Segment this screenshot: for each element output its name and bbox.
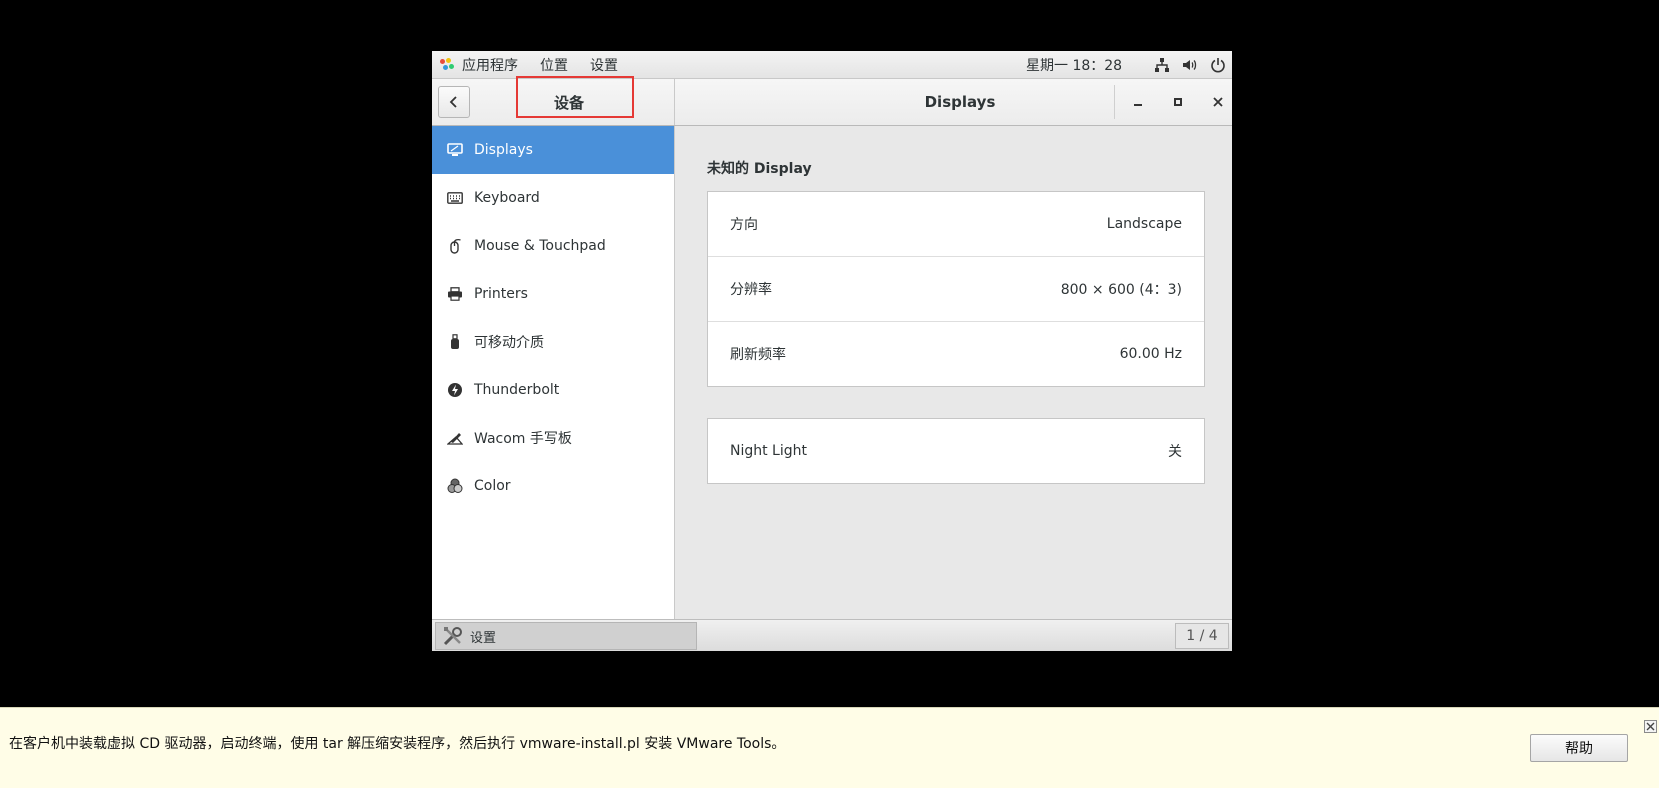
close-icon (1646, 722, 1655, 731)
sidebar-item-displays[interactable]: Displays (432, 126, 674, 174)
sidebar-item-keyboard[interactable]: Keyboard (432, 174, 674, 222)
maximize-icon (1174, 98, 1182, 106)
refresh-rate-value: 60.00 Hz (1119, 346, 1182, 362)
help-button[interactable]: 帮助 (1530, 734, 1628, 762)
settings-menu[interactable]: 设置 (580, 51, 630, 78)
thunderbolt-icon (446, 381, 464, 399)
sidebar-item-printers[interactable]: Printers (432, 270, 674, 318)
display-settings-card: 方向 Landscape 分辨率 800 × 600 (4：3) 刷新频率 60… (707, 191, 1205, 387)
refresh-rate-row[interactable]: 刷新频率 60.00 Hz (708, 322, 1204, 386)
sidebar-item-label: Wacom 手写板 (474, 431, 572, 447)
refresh-rate-label: 刷新频率 (730, 347, 786, 363)
gnome-foot-icon (440, 57, 454, 72)
taskbar: 设置 1 / 4 (432, 619, 1232, 651)
printer-icon (446, 285, 464, 303)
sidebar-item-wacom-tablet[interactable]: Wacom 手写板 (432, 414, 674, 462)
header-left-pane: 设备 (432, 79, 675, 125)
header-bar: 设备 Displays (432, 79, 1232, 126)
orientation-value: Landscape (1106, 216, 1182, 232)
tablet-icon (446, 429, 464, 447)
night-light-value: 关 (1168, 444, 1182, 460)
sidebar-item-label: Displays (474, 142, 533, 158)
sidebar-item-thunderbolt[interactable]: Thunderbolt (432, 366, 674, 414)
sidebar-item-label: 可移动介质 (474, 335, 544, 351)
color-icon (446, 477, 464, 495)
night-light-card: Night Light 关 (707, 418, 1205, 484)
notification-message: 在客户机中装载虚拟 CD 驱动器，启动终端，使用 tar 解压缩安装程序，然后执… (9, 736, 786, 752)
volume-icon[interactable] (1176, 51, 1204, 78)
resolution-value: 800 × 600 (4：3) (1060, 282, 1182, 298)
system-tray (1148, 51, 1232, 78)
night-light-label: Night Light (730, 443, 807, 459)
workspace-pager[interactable]: 1 / 4 (1175, 623, 1229, 649)
tools-icon (443, 627, 462, 646)
keyboard-icon (446, 189, 464, 207)
orientation-row[interactable]: 方向 Landscape (708, 192, 1204, 257)
close-button[interactable] (1204, 88, 1232, 116)
resolution-row[interactable]: 分辨率 800 × 600 (4：3) (708, 257, 1204, 322)
notification-close-button[interactable] (1644, 720, 1657, 733)
back-button[interactable] (438, 86, 470, 118)
vmware-tools-notification: 在客户机中装载虚拟 CD 驱动器，启动终端，使用 tar 解压缩安装程序，然后执… (0, 707, 1659, 788)
sidebar-item-label: Color (474, 478, 511, 494)
chevron-left-icon (449, 96, 457, 108)
display-icon (446, 141, 464, 159)
close-icon (1213, 97, 1223, 107)
places-menu[interactable]: 位置 (530, 51, 580, 78)
minimize-icon (1134, 104, 1142, 106)
sidebar-item-label: Keyboard (474, 190, 540, 206)
sidebar-item-label: Thunderbolt (474, 382, 560, 398)
applications-menu[interactable]: 应用程序 (432, 51, 530, 78)
minimize-button[interactable] (1124, 88, 1152, 116)
maximize-button[interactable] (1164, 88, 1192, 116)
header-separator (1114, 85, 1115, 119)
usb-drive-icon (446, 333, 464, 351)
taskbar-settings-label: 设置 (470, 630, 497, 646)
applications-menu-label: 应用程序 (462, 57, 518, 74)
night-light-row[interactable]: Night Light 关 (708, 419, 1204, 483)
sidebar-item-removable-media[interactable]: 可移动介质 (432, 318, 674, 366)
places-menu-label: 位置 (540, 57, 568, 74)
mouse-icon (446, 237, 464, 255)
orientation-label: 方向 (730, 217, 758, 233)
sidebar-item-color[interactable]: Color (432, 462, 674, 510)
top-menu: 应用程序 位置 设置 (432, 51, 630, 78)
panel-title: 设备 (553, 93, 584, 112)
power-icon[interactable] (1204, 51, 1232, 78)
sidebar-item-label: Printers (474, 286, 528, 302)
display-settings-panel: 未知的 Display 方向 Landscape 分辨率 800 × 600 (… (675, 126, 1232, 619)
display-section-title: 未知的 Display (707, 161, 812, 177)
taskbar-settings-window[interactable]: 设置 (435, 622, 697, 650)
clock[interactable]: 星期一 18：28 (1026, 51, 1122, 78)
network-icon[interactable] (1148, 51, 1176, 78)
sidebar-item-label: Mouse & Touchpad (474, 238, 606, 254)
sidebar-item-mouse-touchpad[interactable]: Mouse & Touchpad (432, 222, 674, 270)
vm-screen: 应用程序 位置 设置 星期一 18：28 设备 Displays Display… (432, 51, 1232, 651)
resolution-label: 分辨率 (730, 282, 772, 298)
sidebar: Displays Keyboard Mouse & Touchpad Print… (432, 126, 675, 619)
settings-menu-label: 设置 (590, 57, 618, 74)
top-bar: 应用程序 位置 设置 星期一 18：28 (432, 51, 1232, 79)
